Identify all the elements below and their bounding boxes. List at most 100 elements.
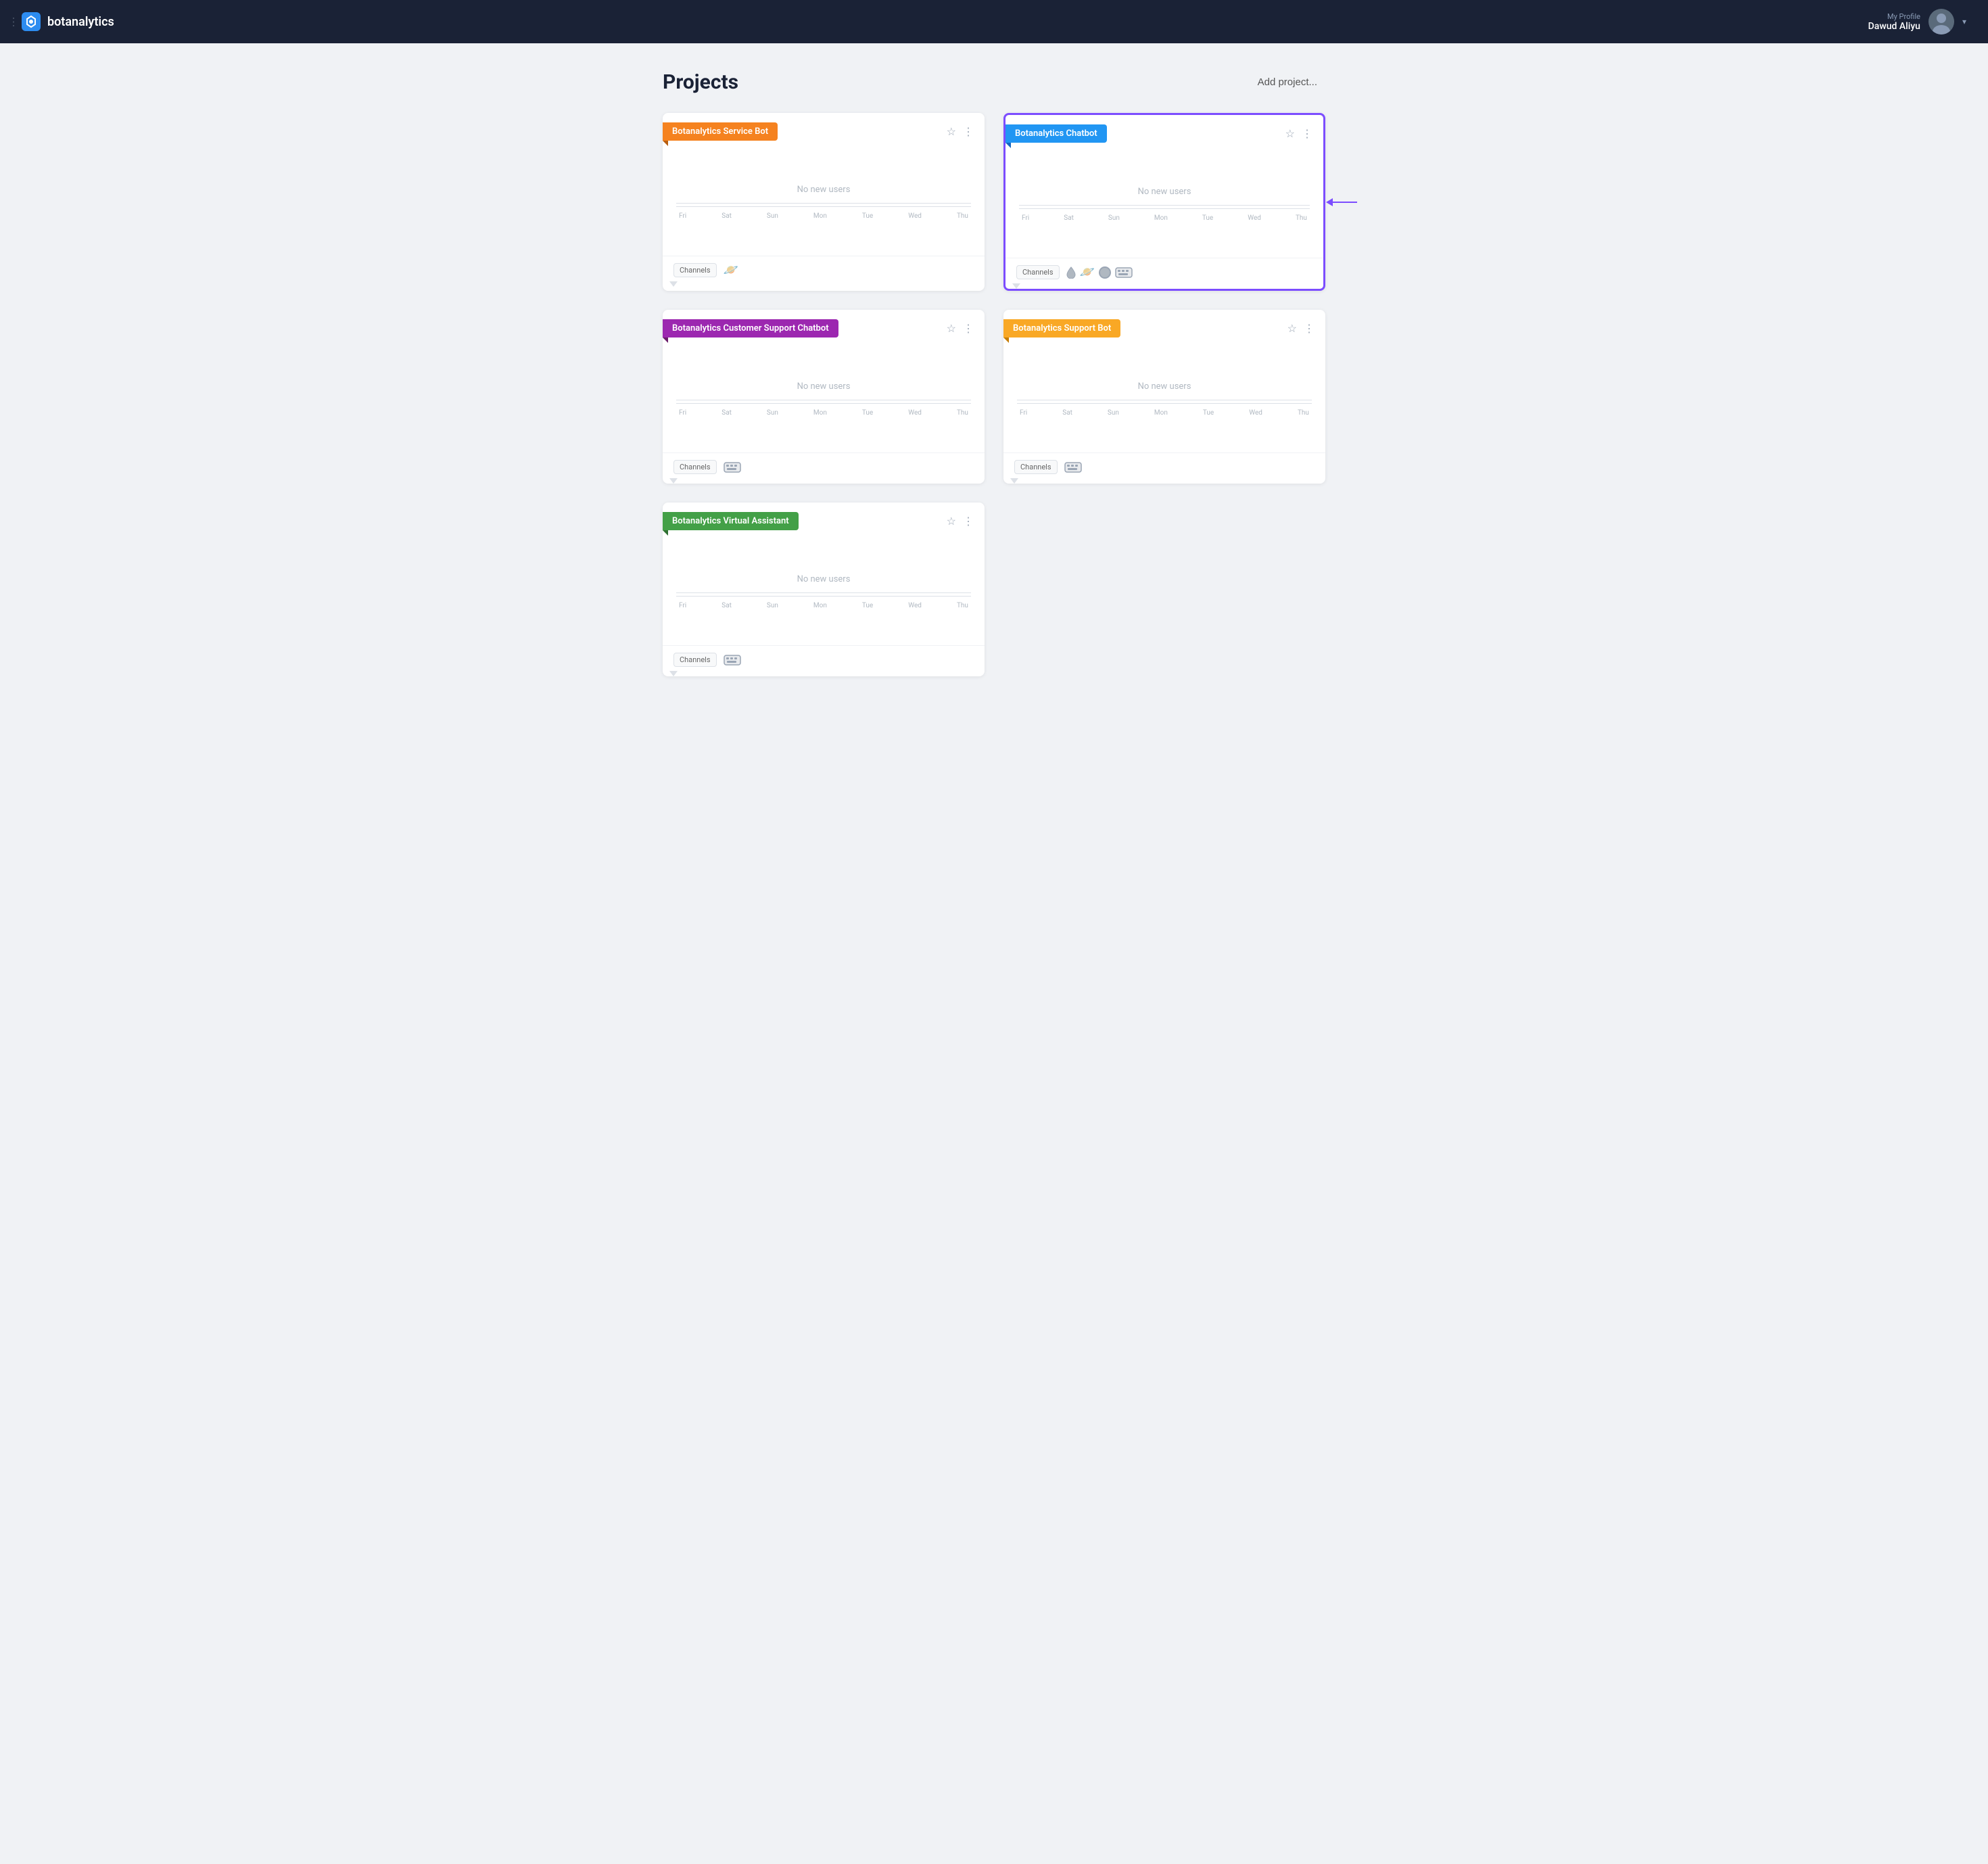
card-chart: No new users FriSatSunMonTueWedThu [663, 344, 985, 452]
avatar[interactable] [1928, 9, 1954, 34]
chart-label: Mon [1154, 214, 1168, 222]
chart-line [676, 592, 971, 593]
logo-icon [22, 12, 41, 31]
chart-label: Mon [813, 602, 827, 609]
chart-label: Thu [1298, 409, 1309, 417]
chart-label: Tue [862, 212, 873, 220]
chart-baseline [676, 403, 971, 404]
logo[interactable]: botanalytics [22, 12, 114, 31]
chart-label: Thu [1296, 214, 1307, 222]
chart-label: Sat [721, 212, 732, 220]
chart-label: Sat [1062, 409, 1072, 417]
arrow-indicator [669, 478, 678, 484]
chart-label: Tue [862, 409, 873, 417]
star-button[interactable]: ☆ [1287, 322, 1297, 335]
project-card-chatbot[interactable]: Botanalytics Chatbot ☆ ⋮ No new users Fr… [1003, 113, 1325, 291]
card-actions: ☆ ⋮ [947, 322, 974, 335]
card-chart: No new users FriSatSunMonTueWedThu [663, 537, 985, 645]
chart-label: Fri [679, 602, 686, 609]
profile-info: My Profile Dawud Aliyu [1868, 12, 1920, 32]
chart-label: Sun [767, 602, 778, 609]
card-actions: ☆ ⋮ [1287, 322, 1315, 335]
chart-baseline [1017, 403, 1312, 404]
card-chart: No new users FriSatSunMonTueWedThu [1003, 344, 1325, 452]
channel-icons [724, 655, 741, 666]
project-tag: Botanalytics Chatbot [1005, 124, 1107, 143]
no-new-users-text: No new users [797, 381, 851, 392]
channels-label: Channels [1014, 460, 1058, 474]
keyboard-icon [724, 655, 741, 666]
chart-label: Mon [813, 409, 827, 417]
add-project-button[interactable]: Add project... [1250, 72, 1325, 92]
chart-line [1019, 205, 1310, 206]
logo-text: botanalytics [47, 15, 114, 29]
more-button[interactable]: ⋮ [963, 322, 974, 335]
project-card-customer-support[interactable]: Botanalytics Customer Support Chatbot ☆ … [663, 310, 985, 484]
chart-label: Fri [1020, 409, 1027, 417]
no-new-users-text: No new users [1138, 187, 1191, 197]
card-header: Botanalytics Virtual Assistant ☆ ⋮ [663, 503, 985, 537]
more-button[interactable]: ⋮ [1302, 127, 1312, 141]
card-footer: Channels [663, 452, 985, 484]
profile-label: My Profile [1868, 12, 1920, 21]
chart-label: Sat [721, 602, 732, 609]
no-new-users-text: No new users [797, 574, 851, 584]
project-tag: Botanalytics Virtual Assistant [663, 512, 799, 530]
star-button[interactable]: ☆ [1285, 127, 1295, 141]
card-header: Botanalytics Chatbot ☆ ⋮ [1005, 115, 1323, 149]
project-tag: Botanalytics Customer Support Chatbot [663, 319, 838, 337]
header-dots: ⋮ [8, 16, 20, 28]
chart-label: Sun [1108, 409, 1119, 417]
chart-label: Tue [862, 602, 873, 609]
card-actions: ☆ ⋮ [947, 515, 974, 528]
more-button[interactable]: ⋮ [963, 125, 974, 139]
chart-label: Wed [1249, 409, 1262, 417]
chart-label: Fri [679, 409, 686, 417]
project-card-service-bot[interactable]: Botanalytics Service Bot ☆ ⋮ No new user… [663, 113, 985, 291]
project-tag: Botanalytics Service Bot [663, 122, 778, 141]
chevron-down-icon[interactable]: ▾ [1962, 17, 1966, 26]
card-footer: Channels [663, 645, 985, 676]
chart-label: Mon [1154, 409, 1168, 417]
header-right: My Profile Dawud Aliyu ▾ [1868, 9, 1966, 34]
chart-line [676, 203, 971, 204]
more-button[interactable]: ⋮ [1304, 322, 1315, 335]
drop-icon [1066, 266, 1076, 279]
channels-label: Channels [673, 263, 717, 277]
chart-label: Sun [767, 409, 778, 417]
star-button[interactable]: ☆ [947, 515, 956, 528]
project-tag: Botanalytics Support Bot [1003, 319, 1120, 337]
project-card-support-bot[interactable]: Botanalytics Support Bot ☆ ⋮ No new user… [1003, 310, 1325, 484]
channel-icons: 🪐 [1066, 265, 1133, 279]
chart-labels: FriSatSunMonTueWedThu [1017, 409, 1312, 417]
chart-baseline [1019, 208, 1310, 209]
card-footer: Channels 🪐 [1005, 258, 1323, 289]
chart-label: Wed [908, 409, 922, 417]
planet-icon: 🪐 [724, 263, 738, 277]
projects-grid: Botanalytics Service Bot ☆ ⋮ No new user… [663, 113, 1325, 676]
chart-baseline [676, 206, 971, 207]
card-header: Botanalytics Service Bot ☆ ⋮ [663, 113, 985, 147]
arrow-indicator [669, 671, 678, 676]
channel-icons [1064, 462, 1082, 473]
more-button[interactable]: ⋮ [963, 515, 974, 528]
circle-icon [1099, 266, 1111, 279]
arrow-indicator [1012, 283, 1020, 289]
card-header: Botanalytics Customer Support Chatbot ☆ … [663, 310, 985, 344]
project-card-virtual-assistant[interactable]: Botanalytics Virtual Assistant ☆ ⋮ No ne… [663, 503, 985, 676]
arrow-indicator [669, 281, 678, 287]
chart-labels: FriSatSunMonTueWedThu [676, 212, 971, 220]
star-button[interactable]: ☆ [947, 125, 956, 139]
chart-labels: FriSatSunMonTueWedThu [1019, 214, 1310, 222]
chart-baseline [676, 596, 971, 597]
chart-labels: FriSatSunMonTueWedThu [676, 409, 971, 417]
chart-label: Thu [957, 602, 968, 609]
card-chart: No new users FriSatSunMonTueWedThu [663, 147, 985, 256]
chart-label: Fri [1022, 214, 1029, 222]
card-footer: Channels [1003, 452, 1325, 484]
star-button[interactable]: ☆ [947, 322, 956, 335]
arrow-head [1326, 198, 1333, 206]
chart-label: Wed [908, 212, 922, 220]
no-new-users-text: No new users [797, 185, 851, 195]
channel-icons: 🪐 [724, 263, 738, 277]
